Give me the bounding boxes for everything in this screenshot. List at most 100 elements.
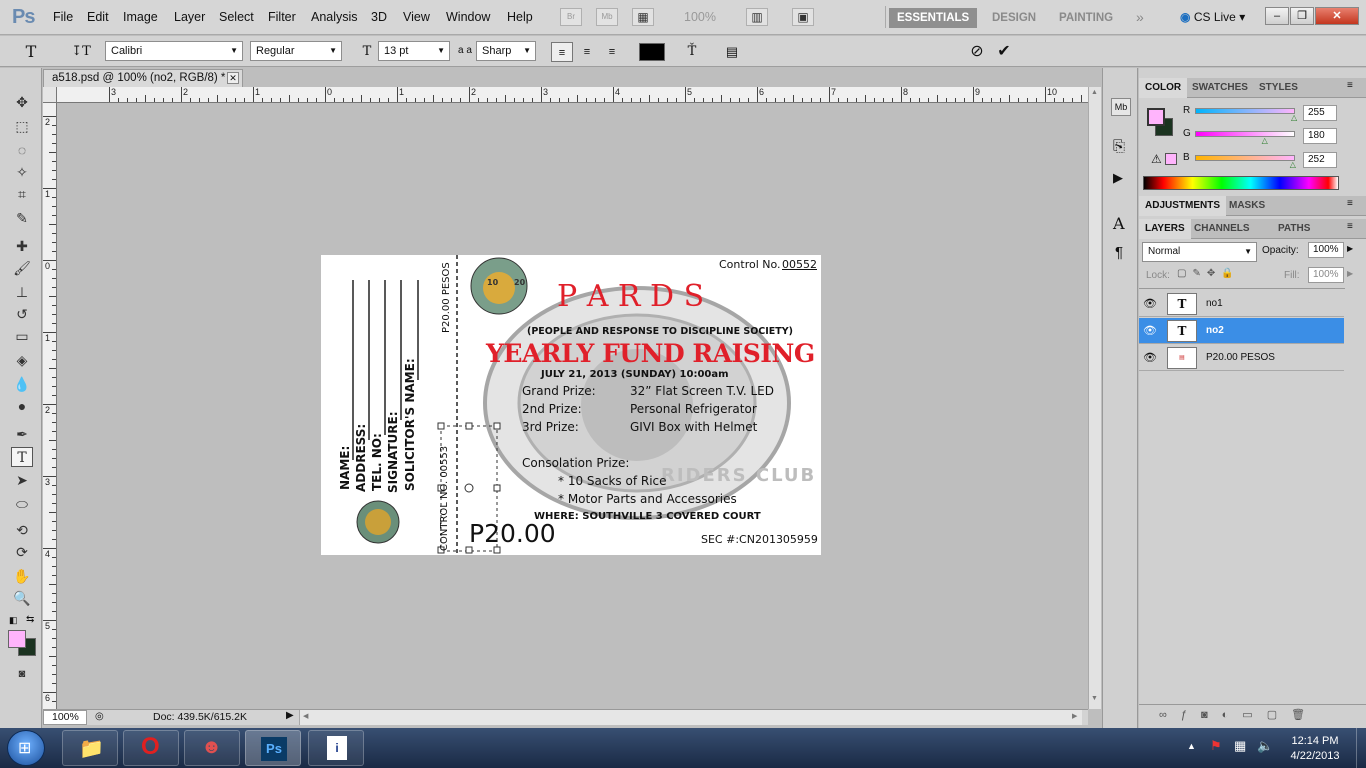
color-ramp[interactable] xyxy=(1143,176,1339,190)
move-tool-icon[interactable]: ✥ xyxy=(11,92,33,112)
brush-tool-icon[interactable]: 🖌 xyxy=(11,258,33,278)
commit-edit-icon[interactable]: ✔ xyxy=(993,42,1015,62)
g-slider-thumb[interactable]: △ xyxy=(1262,136,1268,145)
menu-filter[interactable]: Filter xyxy=(268,10,296,24)
more-workspaces-icon[interactable]: » xyxy=(1136,9,1144,25)
antialias-select[interactable]: Sharp ▼ xyxy=(476,41,536,61)
swap-colors-icon[interactable]: ⇆ xyxy=(26,614,34,625)
menu-analysis[interactable]: Analysis xyxy=(311,10,358,24)
close-icon[interactable]: ✕ xyxy=(227,72,239,84)
gamut-warning-icon[interactable]: ⚠ xyxy=(1151,152,1162,166)
actions-icon[interactable]: ▶ xyxy=(1113,170,1123,186)
quick-mask-icon[interactable]: ◙ xyxy=(11,664,33,684)
adjustment-layer-icon[interactable]: ◐ xyxy=(1222,709,1243,721)
text-color-swatch[interactable] xyxy=(639,43,665,61)
arrange-documents-icon[interactable]: ▥ xyxy=(746,8,768,26)
layer-row-selected[interactable]: 👁 T no2 xyxy=(1139,318,1344,344)
menu-help[interactable]: Help xyxy=(507,10,533,24)
r-slider-thumb[interactable]: △ xyxy=(1291,113,1297,122)
text-orientation-icon[interactable]: ↧T xyxy=(70,42,92,62)
minimize-button[interactable]: – xyxy=(1265,7,1289,25)
b-slider[interactable] xyxy=(1195,155,1295,161)
workspace-design[interactable]: DESIGN xyxy=(984,8,1044,28)
menu-image[interactable]: Image xyxy=(123,10,158,24)
start-button[interactable]: ⊞ xyxy=(7,730,45,766)
cs-live-menu[interactable]: ◉ CS Live ▾ xyxy=(1180,10,1245,24)
extras-icon[interactable]: ▦ xyxy=(632,8,654,26)
status-menu-arrow-icon[interactable]: ▶ xyxy=(286,710,294,721)
b-value[interactable]: 252 xyxy=(1303,152,1337,168)
document-tab[interactable]: a518.psd @ 100% (no2, RGB/8) * ✕ xyxy=(43,69,243,87)
type-tool-preset-icon[interactable]: T xyxy=(20,42,42,62)
system-clock[interactable]: 12:14 PM 4/22/2013 xyxy=(1280,734,1350,764)
g-value[interactable]: 180 xyxy=(1303,128,1337,144)
default-colors-icon[interactable]: ◧ xyxy=(9,615,18,626)
new-layer-icon[interactable]: ▢ xyxy=(1267,709,1291,721)
blend-mode-select[interactable]: Normal ▼ xyxy=(1142,242,1257,262)
link-layers-icon[interactable]: ∞ xyxy=(1159,709,1181,721)
fill-value[interactable]: 100% xyxy=(1308,267,1344,283)
tab-adjustments[interactable]: ADJUSTMENTS xyxy=(1139,196,1227,216)
workspace-essentials[interactable]: ESSENTIALS xyxy=(889,8,978,28)
restore-button[interactable]: ❐ xyxy=(1290,7,1314,25)
align-center-icon[interactable]: ≡ xyxy=(576,42,598,62)
menu-window[interactable]: Window xyxy=(446,10,490,24)
menu-edit[interactable]: Edit xyxy=(87,10,109,24)
type-tool-icon[interactable]: T xyxy=(11,447,33,467)
show-hidden-icons-icon[interactable]: ▲ xyxy=(1187,741,1196,751)
healing-brush-tool-icon[interactable]: ✚ xyxy=(11,236,33,256)
ellipse-tool-icon[interactable]: ⬭ xyxy=(11,494,33,514)
clone-stamp-tool-icon[interactable]: ⊥ xyxy=(11,282,33,302)
explorer-taskbar-icon[interactable]: 📁 xyxy=(62,730,118,766)
character-panel-icon[interactable]: ▤ xyxy=(721,42,743,62)
pen-tool-icon[interactable]: ✒ xyxy=(11,424,33,444)
lock-icons[interactable]: ▢✎✥🔒 xyxy=(1177,268,1240,279)
warp-text-icon[interactable]: Ť xyxy=(681,42,703,62)
new-group-icon[interactable]: ▭ xyxy=(1242,709,1266,721)
tab-layers[interactable]: LAYERS xyxy=(1139,219,1191,239)
zoom-level[interactable]: 100% xyxy=(684,10,716,24)
screen-mode-icon[interactable]: ▣ xyxy=(792,8,814,26)
hand-tool-icon[interactable]: ✋ xyxy=(11,566,33,586)
quick-selection-tool-icon[interactable]: ✧ xyxy=(11,162,33,182)
foreground-color-swatch[interactable] xyxy=(8,630,26,648)
eyedropper-tool-icon[interactable]: ✎ xyxy=(11,208,33,228)
scroll-left-icon[interactable]: ◀ xyxy=(303,712,308,720)
close-window-button[interactable]: ✕ xyxy=(1315,7,1359,25)
history-brush-tool-icon[interactable]: ↺ xyxy=(11,304,33,324)
opera-taskbar-icon[interactable]: O xyxy=(123,730,179,766)
font-size-select[interactable]: 13 pt ▼ xyxy=(378,41,450,61)
photoshop-taskbar-icon[interactable]: Ps xyxy=(245,730,301,766)
font-style-select[interactable]: Regular ▼ xyxy=(250,41,342,61)
tab-swatches[interactable]: SWATCHES xyxy=(1186,78,1254,98)
opacity-value[interactable]: 100% xyxy=(1308,242,1344,258)
visibility-eye-icon[interactable]: 👁 xyxy=(1143,351,1157,364)
vertical-scrollbar[interactable]: ▲ ▼ xyxy=(1088,87,1101,709)
action-center-icon[interactable]: ⚑ xyxy=(1210,738,1222,754)
panel-menu-icon[interactable]: ≡ xyxy=(1347,80,1353,91)
marquee-tool-icon[interactable]: ⬚ xyxy=(11,116,33,136)
b-slider-thumb[interactable]: △ xyxy=(1290,160,1296,169)
layer-row[interactable]: 👁 T no1 xyxy=(1139,291,1344,317)
menu-view[interactable]: View xyxy=(403,10,430,24)
menu-select[interactable]: Select xyxy=(219,10,254,24)
volume-icon[interactable]: 🔈 xyxy=(1257,738,1273,754)
character-icon[interactable]: A xyxy=(1113,214,1125,233)
blur-tool-icon[interactable]: 💧 xyxy=(11,374,33,394)
tab-styles[interactable]: STYLES xyxy=(1253,78,1304,98)
panel-menu-icon[interactable]: ≡ xyxy=(1347,221,1353,232)
fill-arrow-icon[interactable]: ▶ xyxy=(1347,269,1353,278)
r-value[interactable]: 255 xyxy=(1303,105,1337,121)
bridge-button[interactable]: Br xyxy=(560,8,582,26)
zoom-field[interactable]: 100% xyxy=(43,710,87,725)
align-left-icon[interactable]: ≡ xyxy=(551,42,573,62)
tab-paths[interactable]: PATHS xyxy=(1272,219,1316,239)
zoom-tool-icon[interactable]: 🔍 xyxy=(11,588,33,608)
menu-layer[interactable]: Layer xyxy=(174,10,205,24)
network-icon[interactable]: ▦ xyxy=(1234,738,1246,754)
visibility-eye-icon[interactable]: 👁 xyxy=(1143,324,1157,337)
menu-file[interactable]: File xyxy=(53,10,73,24)
font-family-select[interactable]: Calibri ▼ xyxy=(105,41,243,61)
paragraph-icon[interactable]: ¶ xyxy=(1115,244,1123,261)
delete-layer-icon[interactable]: 🗑 xyxy=(1291,709,1319,721)
